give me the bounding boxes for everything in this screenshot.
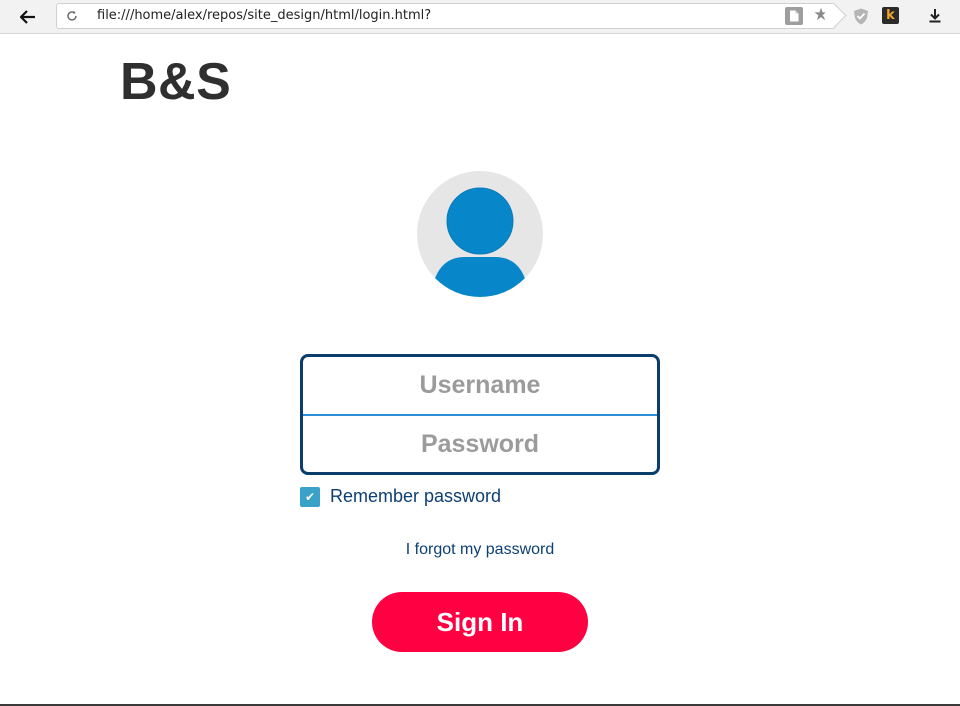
address-bar[interactable]: file:///home/alex/repos/site_design/html… — [56, 3, 836, 29]
username-input[interactable] — [303, 357, 657, 414]
browser-toolbar: file:///home/alex/repos/site_design/html… — [0, 0, 960, 34]
k-extension-icon[interactable]: k — [882, 7, 899, 24]
star-icon[interactable]: ★ — [811, 5, 831, 25]
url-text[interactable]: file:///home/alex/repos/site_design/html… — [97, 8, 431, 23]
reload-icon[interactable] — [65, 9, 79, 23]
forgot-password-link[interactable]: I forgot my password — [0, 541, 960, 559]
download-icon[interactable] — [926, 7, 944, 25]
remember-password-toggle[interactable]: ✔ Remember password — [300, 486, 501, 507]
sign-in-button[interactable]: Sign In — [372, 592, 588, 652]
shield-icon[interactable] — [853, 8, 869, 25]
password-input[interactable] — [303, 416, 657, 472]
brand-logo-text: B&S — [120, 53, 232, 111]
login-form — [300, 354, 660, 475]
back-arrow-icon[interactable] — [14, 6, 42, 28]
remember-checkbox[interactable]: ✔ — [300, 486, 320, 507]
remember-label: Remember password — [330, 486, 502, 506]
user-avatar-icon — [417, 171, 543, 297]
page-info-icon[interactable] — [785, 7, 803, 25]
